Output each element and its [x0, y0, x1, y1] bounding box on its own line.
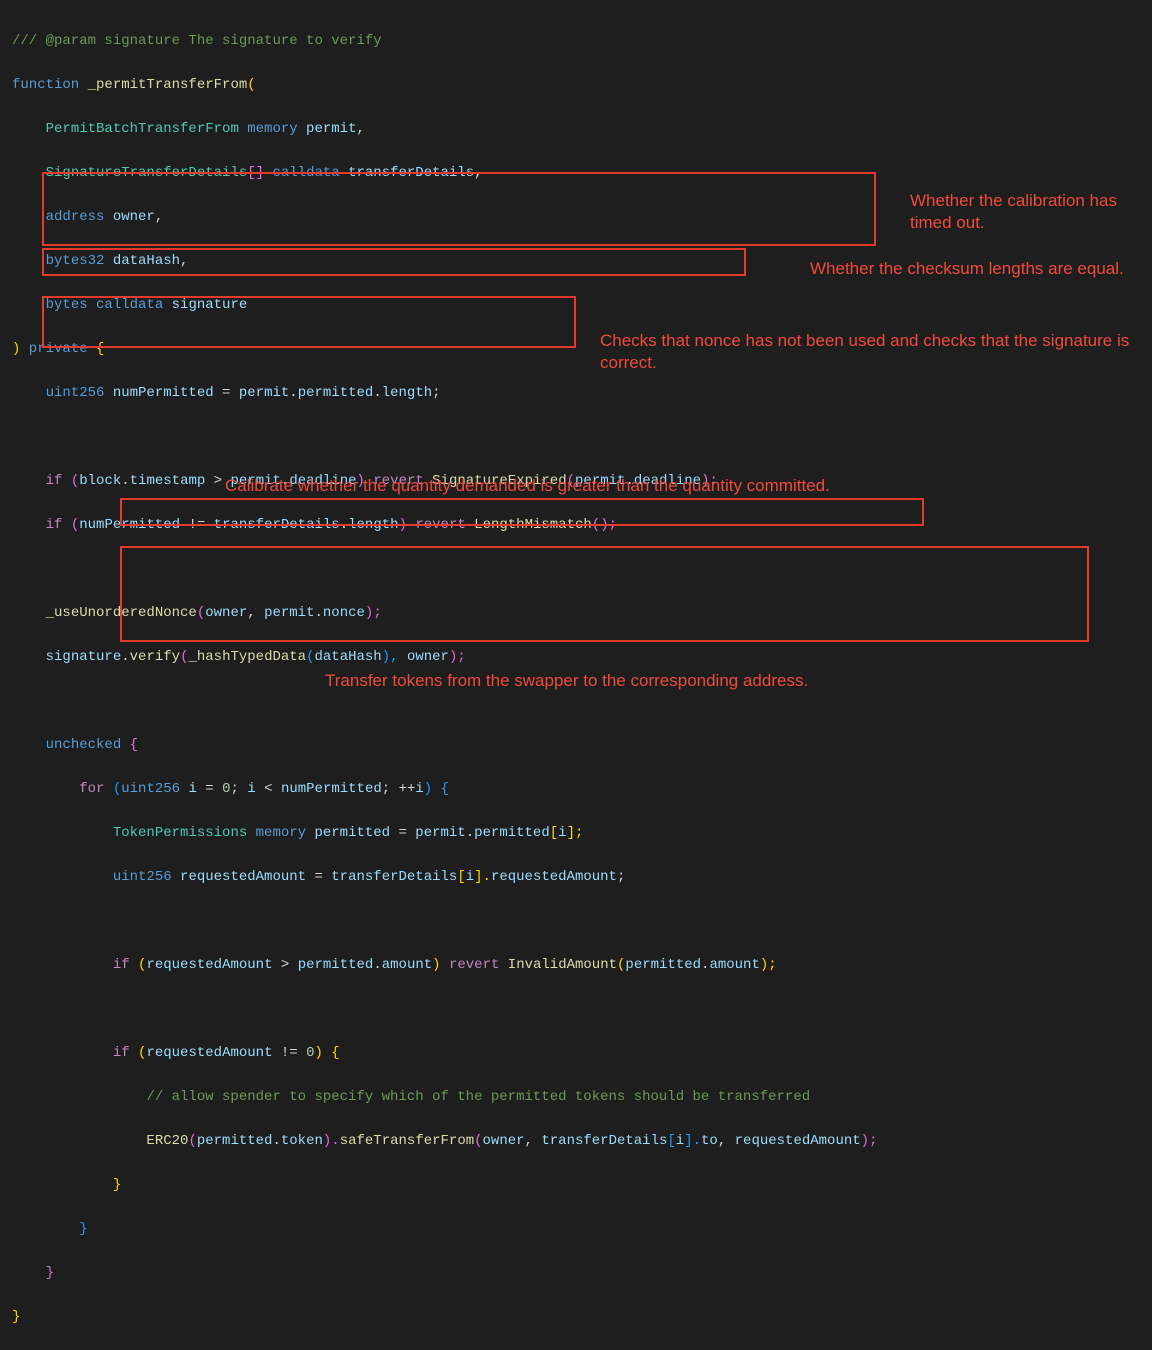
annotation-4: Calibrate whether the quantity demanded …	[225, 475, 985, 497]
annotation-3: Checks that nonce has not been used and …	[600, 330, 1140, 374]
annotation-2: Whether the checksum lengths are equal.	[810, 258, 1140, 280]
comment: /// @param signature The signature to ve…	[12, 33, 382, 49]
annotation-1: Whether the calibration has timed out.	[910, 190, 1140, 234]
annotation-5: Transfer tokens from the swapper to the …	[325, 670, 975, 692]
